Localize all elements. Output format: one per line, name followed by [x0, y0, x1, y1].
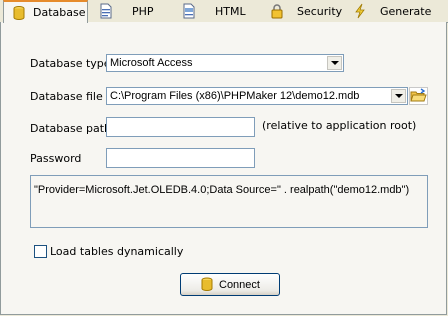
database-icon — [201, 277, 213, 292]
load-tables-checkbox[interactable] — [34, 245, 47, 258]
database-file-dropdown-button[interactable] — [391, 89, 406, 103]
connection-string-text: "Provider=Microsoft.Jet.OLEDB.4.0;Data S… — [34, 184, 410, 196]
database-path-input[interactable] — [106, 117, 255, 137]
chevron-down-icon — [394, 94, 403, 98]
load-tables-label[interactable]: Load tables dynamically — [50, 245, 183, 258]
lightning-icon — [352, 3, 368, 19]
password-label: Password — [30, 152, 82, 165]
database-file-select[interactable]: C:\Program Files (x86)\PHPMaker 12\demo1… — [106, 87, 408, 105]
database-file-value: C:\Program Files (x86)\PHPMaker 12\demo1… — [110, 90, 360, 102]
lock-icon — [269, 3, 285, 19]
open-folder-icon — [410, 88, 427, 102]
tab-label: Database — [33, 6, 86, 19]
connect-label: Connect — [219, 278, 260, 291]
tab-label: Generate — [380, 4, 432, 18]
tab-generate[interactable]: Generate — [345, 1, 435, 21]
database-type-label: Database type — [30, 57, 111, 70]
tab-php[interactable]: PHP — [91, 1, 171, 21]
tab-label: Security — [297, 4, 343, 18]
browse-folder-button[interactable] — [409, 87, 428, 105]
database-path-label: Database path — [30, 122, 111, 135]
tab-database[interactable]: Database — [3, 0, 88, 23]
php-file-icon — [98, 3, 114, 19]
tab-bar: Database PHP HTML Security Generate — [0, 0, 448, 23]
connect-button[interactable]: Connect — [180, 273, 280, 296]
database-path-hint: (relative to application root) — [262, 119, 417, 132]
html-file-icon — [181, 3, 197, 19]
database-icon — [11, 5, 27, 21]
tab-label: PHP — [132, 4, 154, 18]
connection-string-textarea[interactable]: "Provider=Microsoft.Jet.OLEDB.4.0;Data S… — [30, 175, 428, 228]
database-type-value: Microsoft Access — [110, 57, 193, 69]
password-input[interactable] — [106, 148, 255, 168]
tab-security[interactable]: Security — [262, 1, 342, 21]
database-type-select[interactable]: Microsoft Access — [106, 54, 344, 72]
chevron-down-icon — [330, 61, 339, 65]
database-file-label: Database file — [30, 90, 103, 103]
tab-html[interactable]: HTML — [174, 1, 259, 21]
database-type-dropdown-button[interactable] — [327, 56, 342, 70]
tab-label: HTML — [215, 4, 246, 18]
